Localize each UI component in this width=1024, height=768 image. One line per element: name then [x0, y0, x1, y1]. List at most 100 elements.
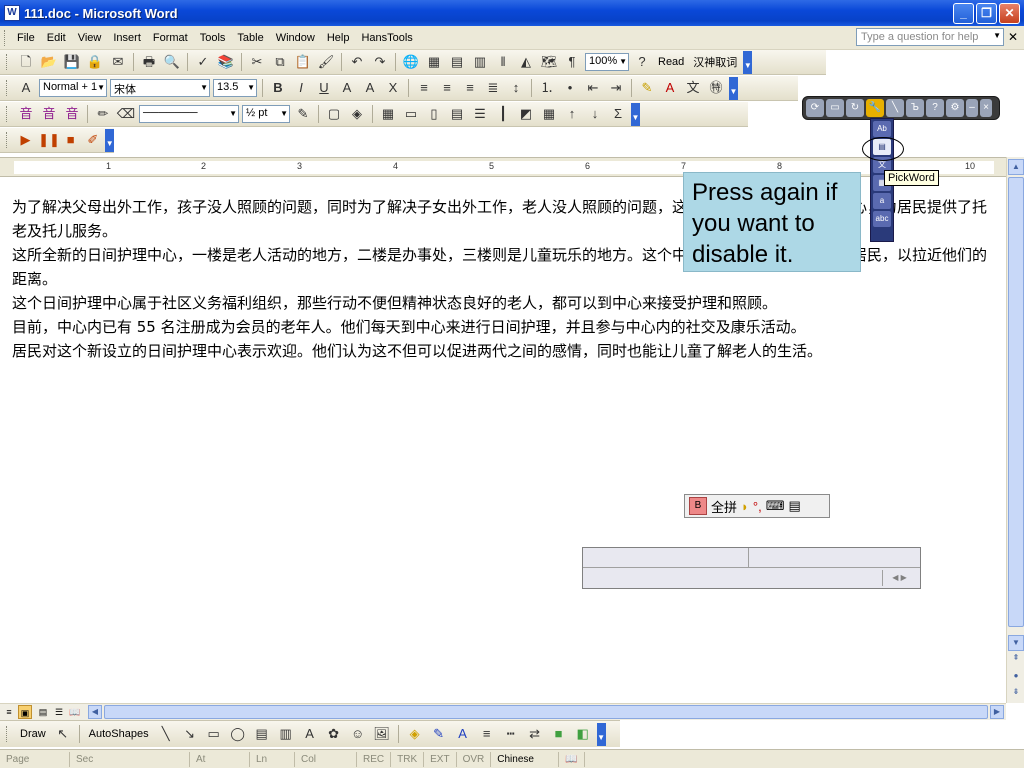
- character-border-icon[interactable]: A: [337, 78, 357, 98]
- menu-edit[interactable]: Edit: [41, 30, 72, 46]
- previous-page-icon[interactable]: ⇞: [1008, 651, 1024, 667]
- candidate-cell[interactable]: [583, 548, 749, 567]
- cut-icon[interactable]: ✂: [247, 52, 267, 72]
- minimize-button[interactable]: _: [953, 3, 974, 24]
- line-weight-select[interactable]: ½ pt ▼: [242, 105, 290, 123]
- toolbar-grip[interactable]: [6, 132, 9, 148]
- show-hide-icon[interactable]: ¶: [562, 52, 582, 72]
- columns-icon[interactable]: ‖: [493, 52, 513, 72]
- spelling-status-icon[interactable]: 📖: [559, 751, 585, 767]
- redo-icon[interactable]: ↷: [370, 52, 390, 72]
- toolbar-options-icon[interactable]: ▼: [596, 722, 606, 746]
- translate-button[interactable]: 汉神取词: [690, 54, 740, 70]
- oval-icon[interactable]: ◯: [228, 724, 248, 744]
- toolbar-grip[interactable]: [6, 80, 9, 96]
- paragraph[interactable]: 居民对这个新设立的日间护理中心表示欢迎。他们认为这不但可以促进两代之间的感情，同…: [12, 339, 992, 363]
- paragraph[interactable]: 目前，中心内已有 55 名注册成为会员的老年人。他们每天到中心来进行日间护理，并…: [12, 315, 992, 339]
- hide-gridlines-icon[interactable]: ▦: [539, 104, 559, 124]
- candidate-cell[interactable]: [749, 548, 915, 567]
- read-button[interactable]: Read: [655, 56, 687, 68]
- drawing-icon[interactable]: ◭: [516, 52, 536, 72]
- style-select[interactable]: Normal + 1 ▼: [39, 79, 107, 97]
- select-objects-icon[interactable]: ↖: [53, 724, 73, 744]
- status-rec[interactable]: REC: [357, 751, 392, 767]
- settings-icon[interactable]: ⚙: [946, 99, 964, 117]
- menu-insert[interactable]: Insert: [107, 30, 147, 46]
- draw-table-icon[interactable]: ✏: [93, 104, 113, 124]
- arrow-icon[interactable]: ↘: [180, 724, 200, 744]
- decrease-indent-icon[interactable]: ⇤: [583, 78, 603, 98]
- paste-icon[interactable]: 📋: [293, 52, 313, 72]
- hyperlink-icon[interactable]: 🌐: [401, 52, 421, 72]
- toolbar-grip[interactable]: [4, 29, 7, 46]
- ime-logo-icon[interactable]: B: [689, 497, 707, 515]
- status-ext[interactable]: EXT: [424, 751, 457, 767]
- reading-layout-icon[interactable]: 📖: [68, 705, 82, 719]
- character-shading-icon[interactable]: A: [360, 78, 380, 98]
- insert-excel-icon[interactable]: ▥: [470, 52, 490, 72]
- close-icon[interactable]: ×: [980, 99, 992, 117]
- close-button[interactable]: ✕: [999, 3, 1020, 24]
- minimize-icon[interactable]: –: [966, 99, 978, 117]
- draw-menu-button[interactable]: Draw: [17, 728, 49, 740]
- sort-descending-icon[interactable]: ↓: [585, 104, 605, 124]
- font-tool-icon[interactable]: Ъ: [906, 99, 924, 117]
- horizontal-scroll-thumb[interactable]: [104, 705, 988, 719]
- merge-cells-icon[interactable]: ▭: [401, 104, 421, 124]
- autoshapes-menu-button[interactable]: AutoShapes: [86, 728, 152, 740]
- menu-hanstools[interactable]: HansTools: [355, 30, 418, 46]
- clip-art-icon[interactable]: ☺: [348, 724, 368, 744]
- maximize-button[interactable]: ❐: [976, 3, 997, 24]
- strip-icon-5[interactable]: abc: [873, 211, 891, 227]
- wordart-icon[interactable]: A: [300, 724, 320, 744]
- pause-icon[interactable]: ❚❚: [38, 130, 60, 150]
- scroll-down-icon[interactable]: ▼: [1008, 635, 1024, 651]
- research-icon[interactable]: 📚: [216, 52, 236, 72]
- horizontal-scrollbar[interactable]: ≡ ▣ ▤ ☰ 📖 ◀ ▶: [0, 703, 1006, 720]
- paragraph[interactable]: 这个日间护理中心属于社区义务福利组织，那些行动不便但精神状态良好的老人，都可以到…: [12, 291, 992, 315]
- pen-icon[interactable]: ✐: [83, 130, 102, 150]
- line-icon[interactable]: ╲: [156, 724, 176, 744]
- styles-formatting-icon[interactable]: A: [16, 78, 36, 98]
- format-painter-icon[interactable]: 🖌: [316, 52, 336, 72]
- dash-style-icon[interactable]: ┅: [501, 724, 521, 744]
- font-color-icon-2[interactable]: A: [453, 724, 473, 744]
- rectangle-icon[interactable]: ▭: [204, 724, 224, 744]
- menu-table[interactable]: Table: [231, 30, 269, 46]
- distributed-icon[interactable]: ≣: [483, 78, 503, 98]
- toolbar-grip[interactable]: [6, 54, 9, 70]
- permission-icon[interactable]: 🔒: [85, 52, 105, 72]
- toolbar-grip[interactable]: [6, 106, 9, 122]
- insert-table-icon-2[interactable]: ▦: [378, 104, 398, 124]
- spelling-icon[interactable]: ✓: [193, 52, 213, 72]
- font-select[interactable]: 宋体 ▼: [110, 79, 210, 97]
- rotate-icon[interactable]: ↻: [846, 99, 864, 117]
- help-search-input[interactable]: Type a question for help ▼: [856, 28, 1004, 46]
- print-preview-icon[interactable]: 🔍: [162, 52, 182, 72]
- bold-icon[interactable]: B: [268, 78, 288, 98]
- chevron-down-icon[interactable]: ▼: [993, 31, 1001, 40]
- distribute-columns-icon[interactable]: ┃: [493, 104, 513, 124]
- font-size-select[interactable]: 13.5 ▼: [213, 79, 257, 97]
- document-close-button[interactable]: ✕: [1008, 30, 1018, 44]
- shading-color-icon[interactable]: ◈: [347, 104, 367, 124]
- line-color-icon[interactable]: ✎: [429, 724, 449, 744]
- document-map-icon[interactable]: 🗺: [539, 52, 559, 72]
- sort-ascending-icon[interactable]: ↑: [562, 104, 582, 124]
- phonetic-icon[interactable]: 音: [16, 104, 36, 124]
- normal-view-icon[interactable]: ≡: [2, 705, 16, 719]
- eraser-icon[interactable]: ⌫: [116, 104, 136, 124]
- help-icon-2[interactable]: ?: [926, 99, 944, 117]
- character-scaling-icon[interactable]: X: [383, 78, 403, 98]
- open-folder-icon[interactable]: 📂: [39, 52, 59, 72]
- underline-icon[interactable]: U: [314, 78, 334, 98]
- status-ovr[interactable]: OVR: [457, 751, 492, 767]
- print-icon[interactable]: 🖶: [139, 52, 159, 72]
- half-width-icon[interactable]: ◗: [741, 499, 749, 514]
- scroll-up-icon[interactable]: ▲: [1008, 159, 1024, 175]
- toolbar-options-icon[interactable]: ▼: [743, 50, 753, 74]
- menu-file[interactable]: File: [11, 30, 41, 46]
- menu-window[interactable]: Window: [270, 30, 321, 46]
- line-spacing-icon[interactable]: ↕: [506, 78, 526, 98]
- soft-keyboard-icon[interactable]: ⌨: [766, 498, 785, 514]
